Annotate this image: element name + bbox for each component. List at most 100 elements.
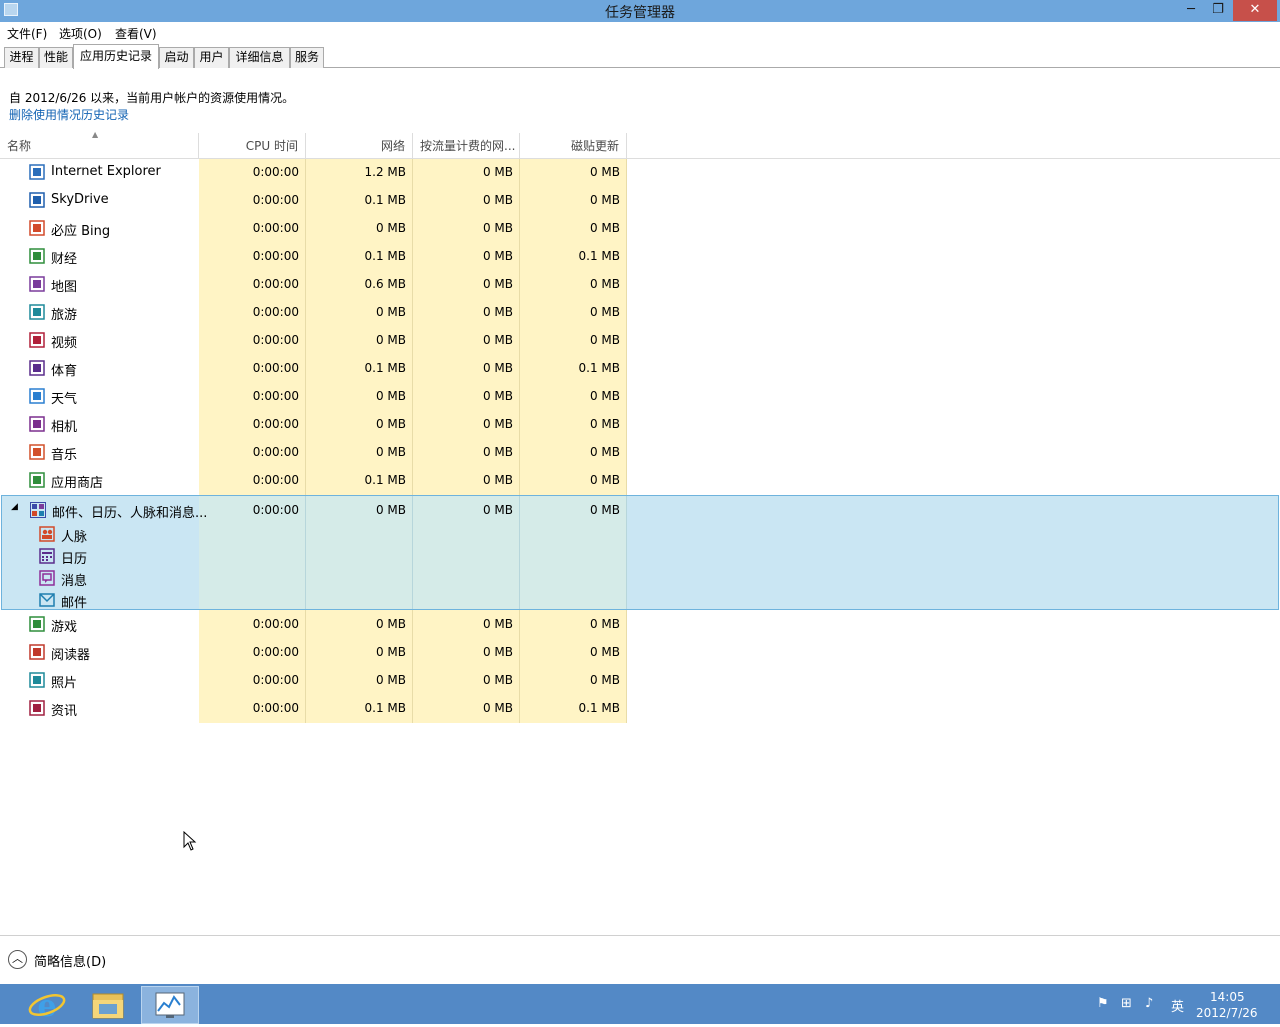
- metered-network-cell: 0 MB: [482, 701, 513, 715]
- table-row[interactable]: 相机 0:00:00 0 MB 0 MB 0 MB: [0, 410, 628, 438]
- cpu-time-cell: 0:00:00: [252, 361, 299, 375]
- column-header-tile-updates[interactable]: 磁贴更新: [520, 133, 627, 159]
- fewer-details-button[interactable]: 简略信息(D): [34, 951, 106, 970]
- app-name: 体育: [51, 364, 78, 379]
- delete-history-link[interactable]: 删除使用情况历史记录: [9, 106, 129, 123]
- clock-time[interactable]: 14:05: [1210, 990, 1245, 1004]
- table-row[interactable]: 地图 0:00:00 0.6 MB 0 MB 0 MB: [0, 270, 628, 298]
- column-header-name[interactable]: 名称: [0, 133, 199, 159]
- tab-app-history[interactable]: 应用历史记录: [73, 44, 159, 69]
- network-cell: 0 MB: [375, 417, 406, 431]
- metered-network-cell: 0 MB: [482, 165, 513, 179]
- cpu-time-cell: 0:00:00: [252, 249, 299, 263]
- app-name: 音乐: [51, 448, 78, 463]
- network-icon[interactable]: ⊞: [1121, 996, 1132, 1011]
- group-row-mail-calendar[interactable]: ◢ 邮件、日历、人脉和消息... 0:00:00 0 MB 0 MB 0 MB …: [1, 495, 1279, 611]
- table-row[interactable]: 必应 Bing 0:00:00 0 MB 0 MB 0 MB: [0, 214, 628, 242]
- network-cell: 0 MB: [375, 645, 406, 659]
- table-row[interactable]: 音乐 0:00:00 0 MB 0 MB 0 MB: [0, 438, 628, 466]
- folder-icon: [92, 993, 124, 1019]
- network-cell: 0 MB: [375, 305, 406, 319]
- menu-bar: 文件(F) 选项(O) 查看(V): [0, 22, 1280, 43]
- cpu-time-cell: 0:00:00: [252, 473, 299, 487]
- app-name: 应用商店: [51, 476, 104, 491]
- metered-network-cell: 0 MB: [482, 389, 513, 403]
- usage-info-text: 自 2012/6/26 以来，当前用户帐户的资源使用情况。: [9, 91, 295, 105]
- music-icon: [29, 444, 45, 460]
- column-header-cpu[interactable]: CPU 时间: [199, 133, 306, 159]
- tab-performance[interactable]: 性能: [39, 47, 73, 68]
- bing-icon: [29, 220, 45, 236]
- menu-file[interactable]: 文件(F): [7, 25, 47, 42]
- ime-indicator[interactable]: 英: [1171, 996, 1184, 1015]
- reader-icon: [29, 644, 45, 660]
- calendar-icon: [39, 548, 55, 564]
- metered-network-cell: 0 MB: [482, 305, 513, 319]
- table-row[interactable]: 天气 0:00:00 0 MB 0 MB 0 MB: [0, 382, 628, 410]
- tab-processes[interactable]: 进程: [4, 47, 39, 68]
- network-cell: 0 MB: [375, 221, 406, 235]
- table-row[interactable]: 旅游 0:00:00 0 MB 0 MB 0 MB: [0, 298, 628, 326]
- table-row[interactable]: 应用商店 0:00:00 0.1 MB 0 MB 0 MB: [0, 466, 628, 494]
- video-icon: [29, 332, 45, 348]
- tile-updates-cell: 0 MB: [589, 473, 620, 487]
- table-row[interactable]: 财经 0:00:00 0.1 MB 0 MB 0.1 MB: [0, 242, 628, 270]
- volume-icon[interactable]: ♪: [1145, 996, 1153, 1011]
- table-row[interactable]: 阅读器 0:00:00 0 MB 0 MB 0 MB: [0, 638, 628, 666]
- games-icon: [29, 616, 45, 632]
- taskbar-ie-button[interactable]: e: [18, 986, 76, 1024]
- cpu-time-cell: 0:00:00: [252, 221, 299, 235]
- column-header-network[interactable]: 网络: [306, 133, 413, 159]
- minimize-button[interactable]: ─: [1176, 0, 1206, 21]
- cpu-time-cell: 0:00:00: [252, 333, 299, 347]
- group-name: 邮件、日历、人脉和消息...: [52, 506, 208, 521]
- table-row[interactable]: Internet Explorer 0:00:00 1.2 MB 0 MB 0 MB: [0, 158, 628, 186]
- weather-icon: [29, 388, 45, 404]
- tile-updates-cell: 0.1 MB: [578, 249, 620, 263]
- close-button[interactable]: ✕: [1233, 0, 1277, 21]
- task-manager-icon: [155, 992, 185, 1018]
- clock-date[interactable]: 2012/7/26: [1196, 1006, 1258, 1020]
- tile-updates-cell: 0 MB: [589, 389, 620, 403]
- tile-updates-cell: 0 MB: [589, 645, 620, 659]
- menu-view[interactable]: 查看(V): [115, 25, 157, 42]
- table-row[interactable]: 体育 0:00:00 0.1 MB 0 MB 0.1 MB: [0, 354, 628, 382]
- table-row[interactable]: 照片 0:00:00 0 MB 0 MB 0 MB: [0, 666, 628, 694]
- metered-network-cell: 0 MB: [482, 277, 513, 291]
- cpu-time-cell: 0:00:00: [252, 277, 299, 291]
- network-cell: 1.2 MB: [364, 165, 406, 179]
- table-row[interactable]: 游戏 0:00:00 0 MB 0 MB 0 MB: [0, 610, 628, 638]
- group-metered: 0 MB: [482, 503, 513, 517]
- sub-item-label: 邮件: [61, 596, 88, 611]
- cpu-time-cell: 0:00:00: [252, 445, 299, 459]
- tab-users[interactable]: 用户: [194, 47, 229, 68]
- sub-item-label: 人脉: [61, 530, 88, 545]
- table-row[interactable]: 资讯 0:00:00 0.1 MB 0 MB 0.1 MB: [0, 694, 628, 722]
- metered-network-cell: 0 MB: [482, 645, 513, 659]
- table-row[interactable]: 视频 0:00:00 0 MB 0 MB 0 MB: [0, 326, 628, 354]
- action-center-flag-icon[interactable]: ⚑: [1097, 996, 1109, 1011]
- metered-network-cell: 0 MB: [482, 361, 513, 375]
- cpu-time-cell: 0:00:00: [252, 701, 299, 715]
- taskbar-explorer-button[interactable]: [79, 986, 137, 1024]
- tile-updates-cell: 0 MB: [589, 617, 620, 631]
- group-tile: 0 MB: [589, 503, 620, 517]
- window-title: 任务管理器: [605, 5, 675, 21]
- footer-divider: [0, 935, 1280, 936]
- taskbar-task-manager-button[interactable]: [141, 986, 199, 1024]
- tab-startup[interactable]: 启动: [159, 47, 194, 68]
- tile-updates-cell: 0 MB: [589, 673, 620, 687]
- column-header-metered[interactable]: 按流量计费的网...: [413, 133, 520, 159]
- metered-network-cell: 0 MB: [482, 193, 513, 207]
- app-name: 照片: [51, 676, 78, 691]
- tab-strip: 进程 性能 应用历史记录 启动 用户 详细信息 服务: [0, 44, 1280, 69]
- tab-services[interactable]: 服务: [290, 47, 324, 68]
- table-row[interactable]: SkyDrive 0:00:00 0.1 MB 0 MB 0 MB: [0, 186, 628, 214]
- menu-options[interactable]: 选项(O): [59, 25, 102, 42]
- messaging-icon: [39, 570, 55, 586]
- restore-button[interactable]: ❐: [1203, 0, 1233, 21]
- maps-icon: [29, 276, 45, 292]
- tab-details[interactable]: 详细信息: [229, 47, 290, 68]
- cpu-time-cell: 0:00:00: [252, 305, 299, 319]
- collapse-chevron-icon[interactable]: ︿: [8, 950, 27, 969]
